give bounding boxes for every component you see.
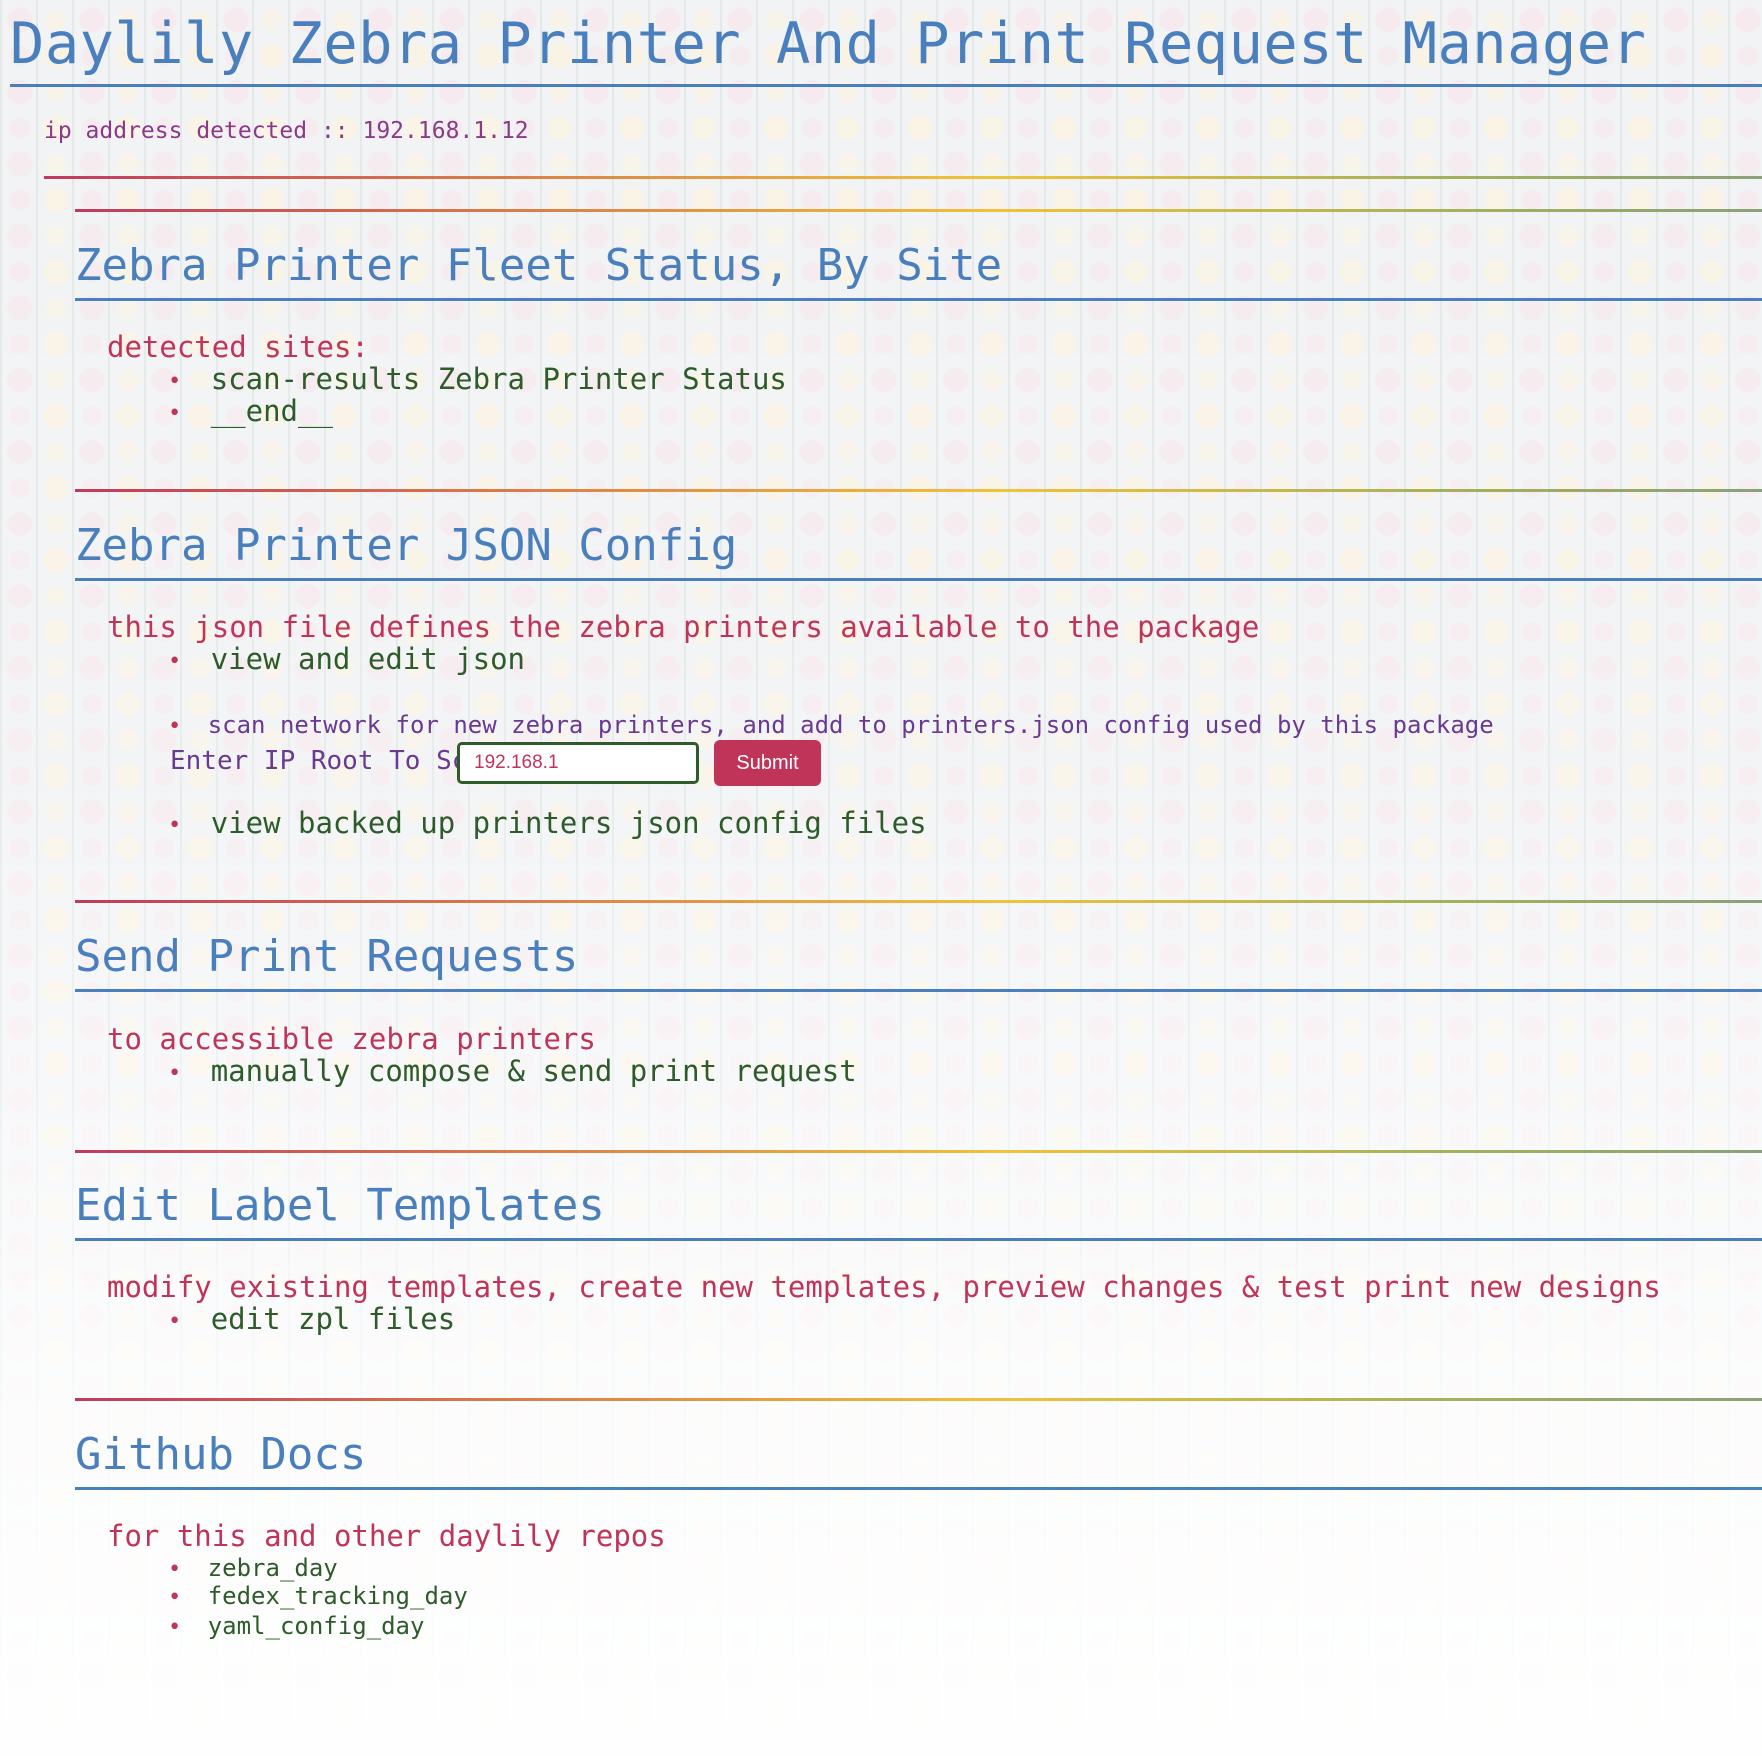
section-divider: [75, 1150, 1762, 1153]
list-item: • manually compose & send print request: [168, 1054, 857, 1088]
bullet-icon: •: [168, 1584, 182, 1610]
print-requests-intro: to accessible zebra printers: [107, 1022, 596, 1056]
bullet-icon: •: [168, 812, 182, 838]
fleet-status-heading: Zebra Printer Fleet Status, By Site: [75, 240, 1003, 291]
bullet-icon: •: [168, 1614, 182, 1640]
bullet-icon: •: [168, 400, 182, 426]
view-edit-json-link[interactable]: view and edit json: [211, 642, 525, 676]
section-divider: [75, 489, 1762, 492]
list-item: • view and edit json: [168, 642, 525, 676]
list-item: • scan-results Zebra Printer Status: [168, 362, 787, 396]
heading-divider: [75, 578, 1762, 581]
heading-divider: [75, 1238, 1762, 1241]
edit-zpl-files-link[interactable]: edit zpl files: [211, 1302, 455, 1336]
json-config-heading: Zebra Printer JSON Config: [75, 520, 738, 571]
section-divider: [75, 900, 1762, 903]
bullet-icon: •: [168, 368, 182, 394]
repo-link-zebra-day[interactable]: zebra_day: [208, 1554, 338, 1582]
github-docs-heading: Github Docs: [75, 1429, 367, 1480]
site-link-end[interactable]: __end__: [211, 394, 333, 428]
fleet-intro: detected sites:: [107, 330, 369, 364]
repo-link-fedex-tracking-day[interactable]: fedex_tracking_day: [208, 1582, 468, 1610]
site-link-scan-results[interactable]: scan-results Zebra Printer Status: [211, 362, 787, 396]
bullet-icon: •: [168, 1060, 182, 1086]
list-item: • edit zpl files: [168, 1302, 455, 1336]
bullet-icon: •: [168, 648, 182, 674]
bullet-icon: •: [168, 1556, 182, 1582]
title-divider: [10, 84, 1762, 87]
section-divider: [75, 209, 1762, 212]
scan-network-text: • scan network for new zebra printers, a…: [168, 711, 1494, 739]
ip-root-input[interactable]: [457, 742, 699, 784]
ip-address-text: ip address detected :: 192.168.1.12: [44, 118, 529, 144]
list-item: • __end__: [168, 394, 333, 428]
bullet-icon: •: [168, 1308, 182, 1334]
compose-print-request-link[interactable]: manually compose & send print request: [211, 1054, 857, 1088]
list-item: • view backed up printers json config fi…: [168, 806, 927, 840]
view-backups-link[interactable]: view backed up printers json config file…: [211, 806, 927, 840]
heading-divider: [75, 989, 1762, 992]
list-item: • zebra_day: [168, 1554, 338, 1582]
label-templates-heading: Edit Label Templates: [75, 1180, 605, 1231]
section-divider: [75, 1398, 1762, 1401]
page-title: Daylily Zebra Printer And Print Request …: [10, 11, 1647, 77]
json-config-intro: this json file defines the zebra printer…: [107, 610, 1260, 644]
submit-button[interactable]: Submit: [714, 740, 821, 786]
github-docs-intro: for this and other daylily repos: [107, 1519, 666, 1553]
label-templates-intro: modify existing templates, create new te…: [107, 1270, 1661, 1304]
section-divider: [44, 176, 1762, 179]
print-requests-heading: Send Print Requests: [75, 931, 579, 982]
heading-divider: [75, 1487, 1762, 1490]
list-item: • fedex_tracking_day: [168, 1582, 468, 1610]
repo-link-yaml-config-day[interactable]: yaml_config_day: [208, 1612, 425, 1640]
list-item: • yaml_config_day: [168, 1612, 424, 1640]
bullet-icon: •: [168, 713, 182, 739]
heading-divider: [75, 298, 1762, 301]
